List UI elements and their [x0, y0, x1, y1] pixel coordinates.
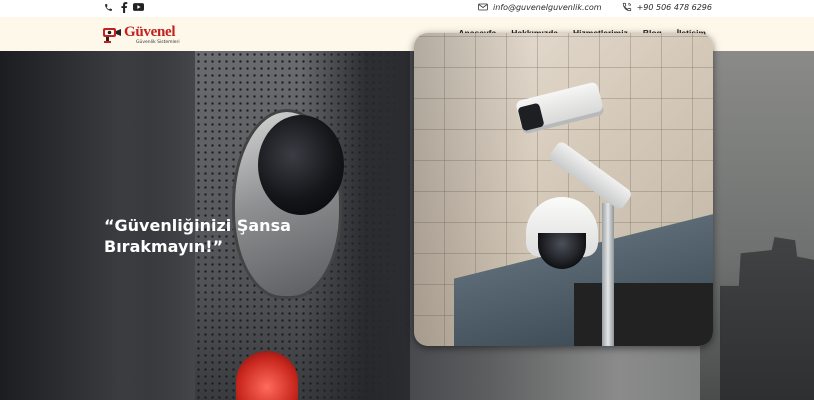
camera-logo-icon: [102, 25, 122, 45]
top-bar: info@guvenelguvenlik.com +90 506 478 629…: [0, 0, 814, 17]
logo-brand: Güvenel: [124, 23, 176, 40]
security-camera-photo: [414, 33, 713, 346]
hero-headline-line1: “Güvenliğinizi Şansa: [104, 216, 291, 235]
envelope-icon: [478, 3, 488, 11]
email-contact[interactable]: info@guvenelguvenlik.com: [478, 3, 602, 12]
pillar-image: [574, 283, 713, 346]
facebook-icon[interactable]: [118, 1, 129, 13]
dome-camera-lens: [258, 115, 344, 215]
phone-icon[interactable]: [103, 1, 114, 13]
youtube-icon[interactable]: [133, 1, 144, 13]
email-text[interactable]: info@guvenelguvenlik.com: [493, 3, 602, 12]
phone-text[interactable]: +90 506 478 6296: [637, 3, 712, 12]
hero-headline: “Güvenliğinizi Şansa Bırakmayın!”: [104, 215, 324, 257]
logo[interactable]: Güvenel Güvenlik Sistemleri: [102, 24, 180, 46]
phone-contact[interactable]: +90 506 478 6296: [622, 2, 712, 12]
phone-ring-icon: [622, 2, 631, 12]
logo-tagline: Güvenlik Sistemleri: [136, 39, 180, 45]
hero-headline-line2: Bırakmayın!”: [104, 237, 224, 256]
contact-info: info@guvenelguvenlik.com +90 506 478 629…: [478, 2, 712, 12]
camera-pole: [602, 203, 614, 346]
social-links: [103, 1, 144, 13]
